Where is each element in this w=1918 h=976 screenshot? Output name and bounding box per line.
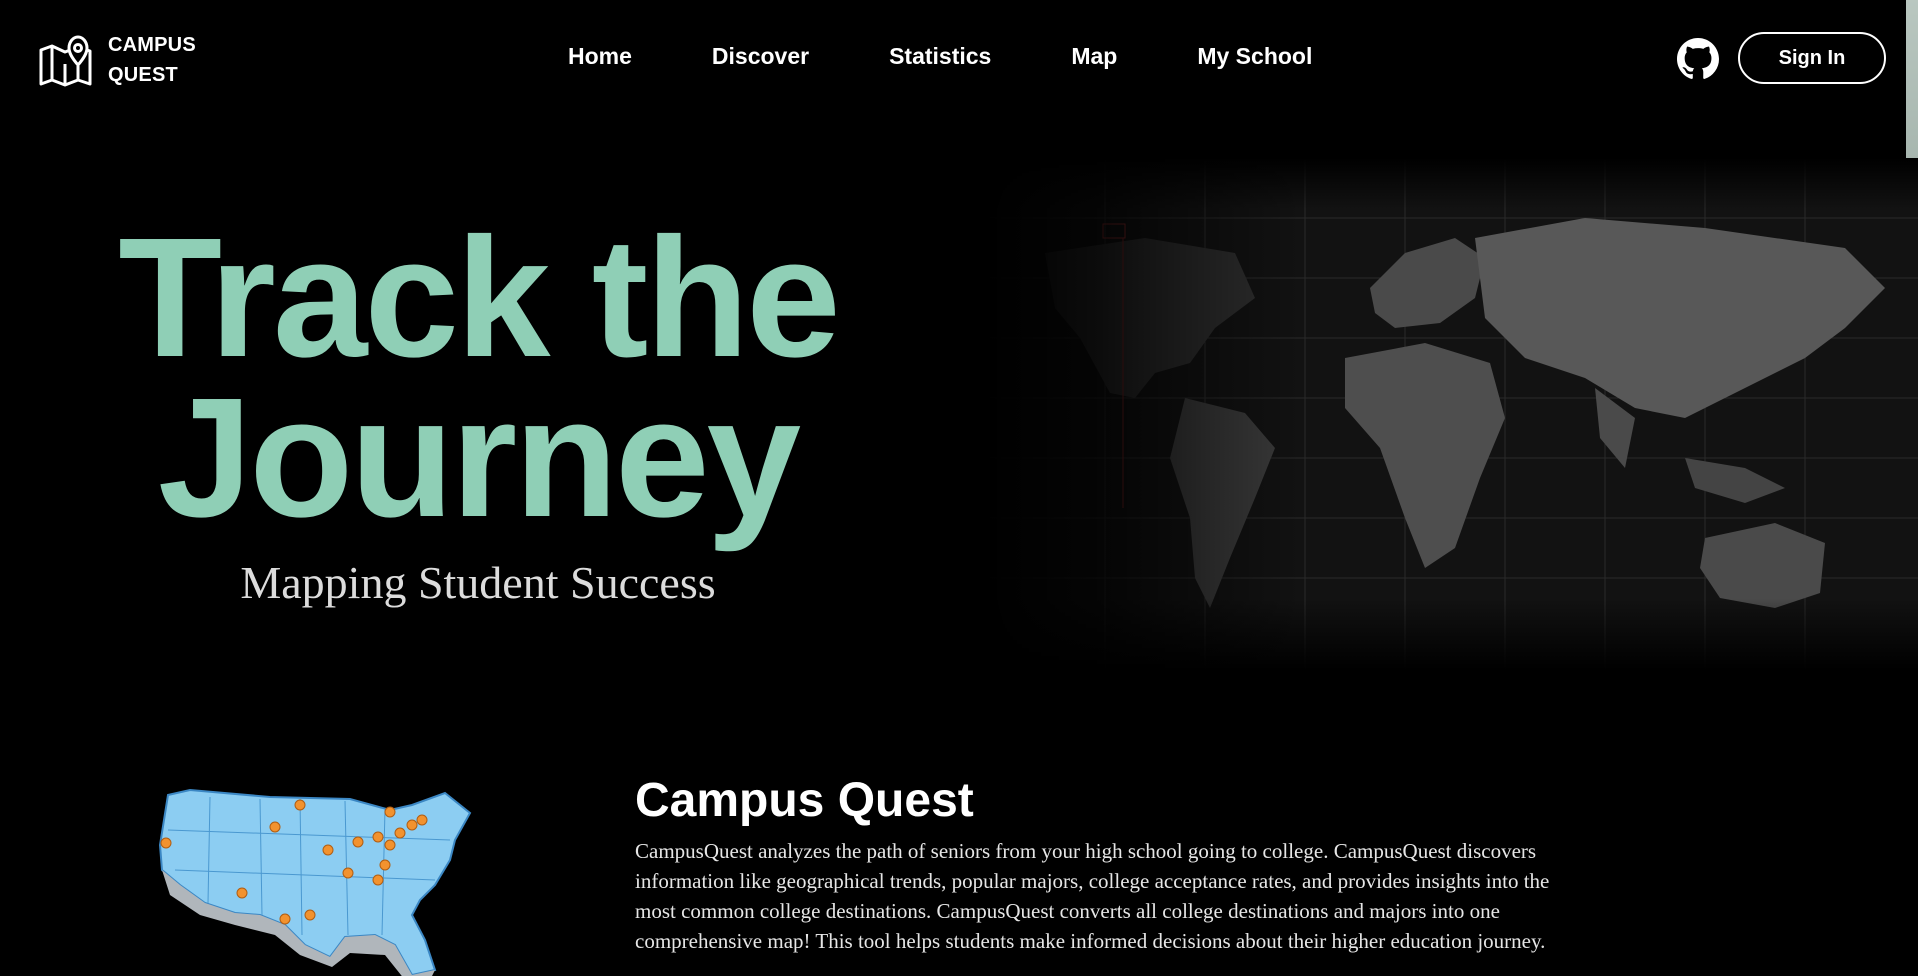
about-title: Campus Quest [635,774,974,827]
nav-map[interactable]: Map [1071,43,1117,70]
about-description: CampusQuest analyzes the path of seniors… [635,839,1550,953]
main-nav: Home Discover Statistics Map My School [568,43,1312,70]
hero-title: Track the Journey [108,213,848,543]
map-pin-icon [39,35,92,87]
hero-fade-overlay [985,158,1918,670]
top-nav-bar: CAMPUS QUEST Home Discover Statistics Ma… [0,0,1918,118]
brand-name-line2: QUEST [108,64,178,86]
brand-name: CAMPUS QUEST [108,30,196,90]
nav-my-school[interactable]: My School [1197,43,1312,70]
hero-title-line2: Journey [157,363,801,553]
github-icon[interactable] [1677,38,1719,80]
sign-in-button[interactable]: Sign In [1738,32,1886,84]
brand-logo[interactable]: CAMPUS QUEST [38,30,196,90]
us-map-illustration [150,785,485,976]
brand-name-line1: CAMPUS [108,34,196,56]
hero-subtitle: Mapping Student Success [240,557,716,608]
world-map-image [985,158,1918,670]
nav-home[interactable]: Home [568,43,632,70]
nav-statistics[interactable]: Statistics [889,43,991,70]
nav-discover[interactable]: Discover [712,43,809,70]
page: CAMPUS QUEST Home Discover Statistics Ma… [0,0,1918,976]
